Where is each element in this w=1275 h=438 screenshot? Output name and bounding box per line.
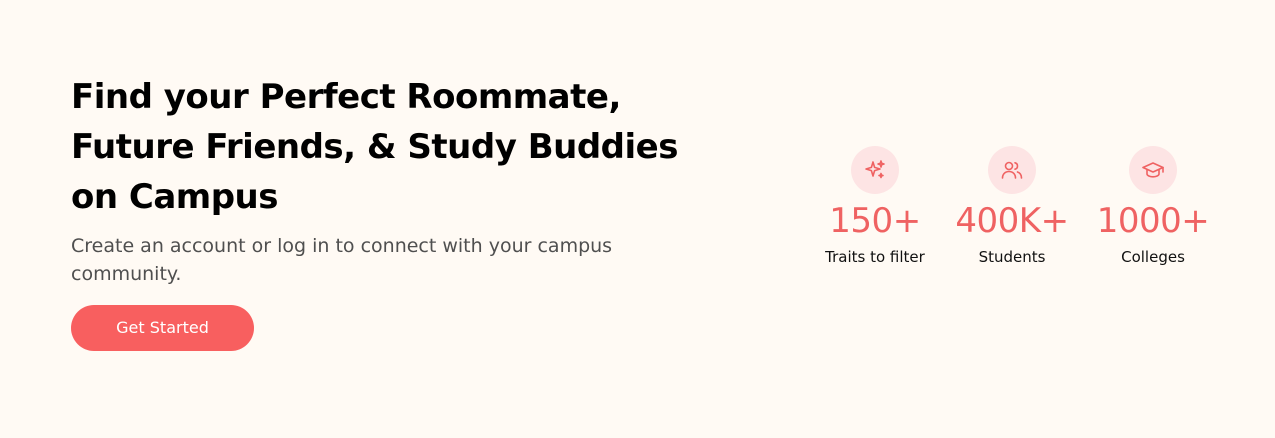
stats-section: 150+ Traits to filter 400K+ Students 100… <box>800 146 1230 286</box>
hero-section: Find your Perfect Roommate, Future Frien… <box>71 72 711 351</box>
stat-traits: 150+ Traits to filter <box>800 146 950 268</box>
get-started-button[interactable]: Get Started <box>71 305 254 351</box>
graduation-cap-icon <box>1129 146 1177 194</box>
hero-title: Find your Perfect Roommate, Future Frien… <box>71 77 678 217</box>
stat-colleges: 1000+ Colleges <box>1078 146 1228 268</box>
stat-value: 1000+ <box>1096 201 1210 241</box>
stat-students: 400K+ Students <box>937 146 1087 268</box>
hero-subtitle: Create an account or log in to connect w… <box>71 235 613 285</box>
stat-label: Colleges <box>1121 248 1185 266</box>
sparkles-icon <box>851 146 899 194</box>
landing-page: Find your Perfect Roommate, Future Frien… <box>0 0 1275 438</box>
stat-label: Traits to filter <box>825 248 925 266</box>
stat-value: 400K+ <box>955 201 1069 241</box>
stat-value: 150+ <box>829 201 921 241</box>
stat-label: Students <box>978 248 1046 266</box>
users-icon <box>988 146 1036 194</box>
